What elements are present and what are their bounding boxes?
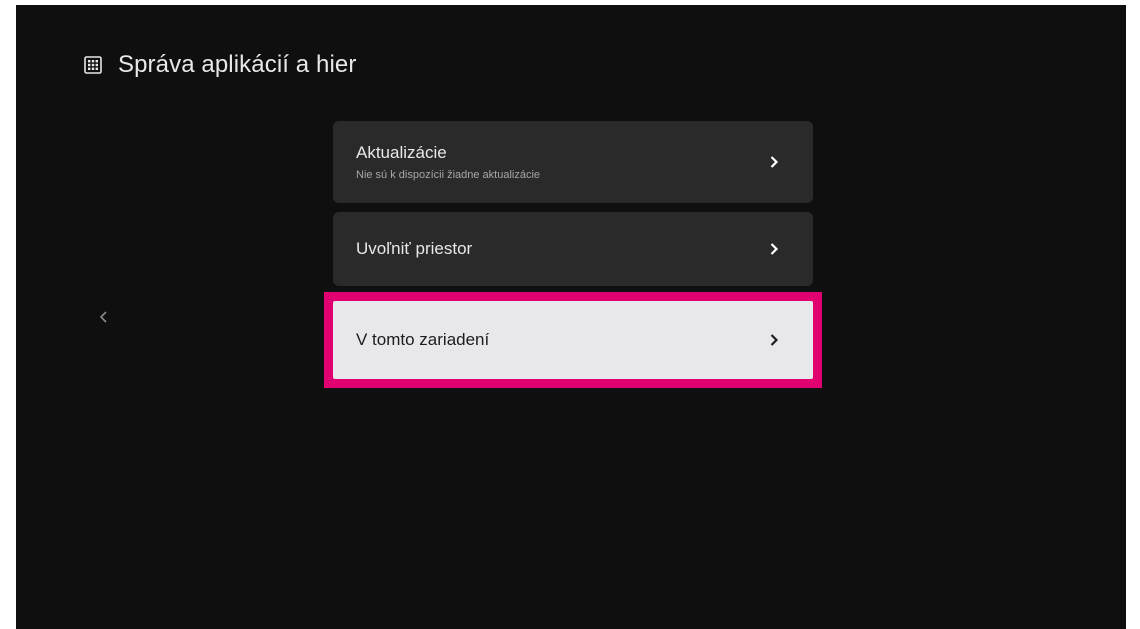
menu-item-title: Aktualizácie bbox=[356, 143, 447, 162]
menu-item-free-space[interactable]: Uvoľniť priestor bbox=[333, 212, 813, 286]
chevron-right-icon bbox=[767, 331, 781, 349]
focus-highlight: V tomto zariadení bbox=[324, 292, 822, 388]
menu-item-subtitle: Nie sú k dispozícii žiadne aktualizácie bbox=[356, 169, 541, 181]
menu-item-on-this-device[interactable]: V tomto zariadení bbox=[333, 301, 813, 379]
apps-grid-icon bbox=[82, 54, 104, 76]
menu-item-title: V tomto zariadení bbox=[356, 330, 490, 349]
settings-screen: Správa aplikácií a hier Aktualizácie Nie… bbox=[16, 5, 1126, 629]
chevron-right-icon bbox=[767, 153, 781, 171]
menu-list: Aktualizácie Nie sú k dispozícii žiadne … bbox=[324, 121, 822, 388]
back-chevron-icon[interactable] bbox=[96, 305, 112, 329]
page-header: Správa aplikácií a hier bbox=[82, 51, 356, 79]
page-title: Správa aplikácií a hier bbox=[118, 51, 357, 78]
menu-item-title: Uvoľniť priestor bbox=[356, 239, 473, 258]
chevron-right-icon bbox=[767, 240, 781, 258]
menu-item-updates[interactable]: Aktualizácie Nie sú k dispozícii žiadne … bbox=[333, 121, 813, 203]
